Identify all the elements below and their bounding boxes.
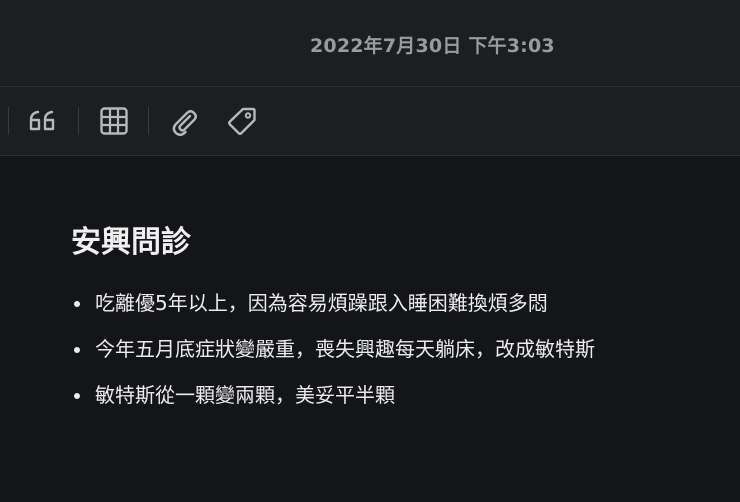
attachment-button[interactable] xyxy=(166,103,202,139)
table-icon xyxy=(99,106,129,136)
toolbar-divider xyxy=(8,107,9,135)
bullet-list: 吃離優5年以上，因為容易煩躁跟入睡困難換煩多悶 今年五月底症狀變嚴重，喪失興趣每… xyxy=(74,283,595,421)
note-title[interactable]: 安興問診 xyxy=(71,217,191,261)
list-item[interactable]: 吃離優5年以上，因為容易煩躁跟入睡困難換煩多悶 xyxy=(74,283,595,329)
tag-button[interactable] xyxy=(224,103,260,139)
toolbar-divider xyxy=(148,107,149,135)
table-button[interactable] xyxy=(96,103,132,139)
tag-icon xyxy=(227,106,257,136)
list-item[interactable]: 敏特斯從一顆變兩顆，美妥平半顆 xyxy=(74,375,595,421)
paperclip-icon xyxy=(169,106,199,136)
quote-button[interactable] xyxy=(25,103,61,139)
toolbar-divider xyxy=(78,107,79,135)
list-item[interactable]: 今年五月底症狀變嚴重，喪失興趣每天躺床，改成敏特斯 xyxy=(74,329,595,375)
note-timestamp: 2022年7月30日 下午3:03 xyxy=(310,35,555,57)
note-header: 2022年7月30日 下午3:03 xyxy=(0,0,740,87)
quote-icon xyxy=(28,108,58,134)
